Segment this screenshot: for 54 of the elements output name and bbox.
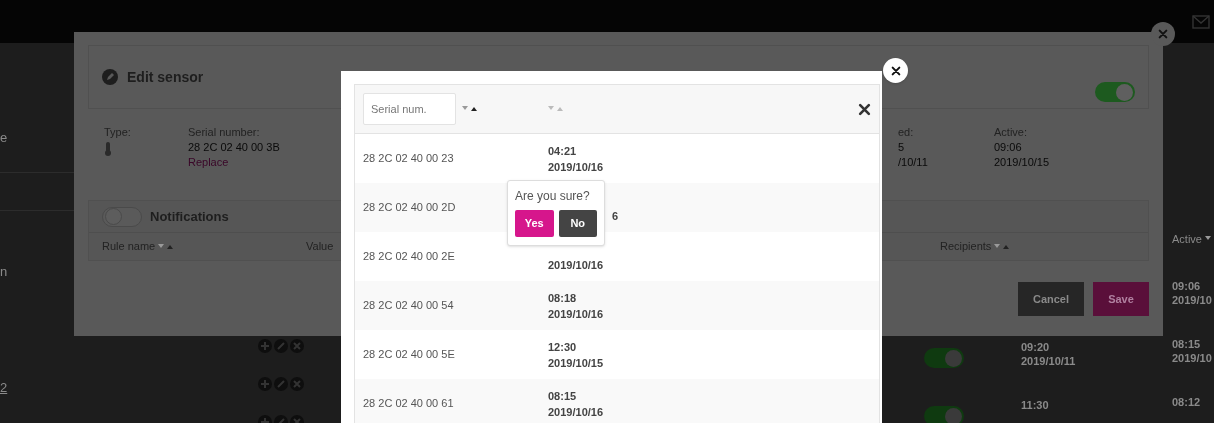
pencil-icon	[102, 69, 118, 85]
time-text: 12:30	[548, 339, 578, 355]
cancel-button[interactable]: Cancel	[1018, 282, 1084, 316]
cut-text: e	[0, 129, 8, 147]
field-value: 5	[898, 140, 905, 155]
section-title: Notifications	[150, 207, 229, 226]
serial-filter-field[interactable]: Serial num.	[363, 93, 456, 125]
date-time-text: 08:15 2019/10	[1172, 337, 1213, 366]
date-text: 2019/10/15	[548, 355, 604, 371]
toggle-switch[interactable]	[924, 406, 964, 423]
serial-text: 28 2C 02 40 00 2D	[363, 200, 457, 216]
serial-row[interactable]: 28 2C 02 40 00 61 08:15 2019/10/16	[355, 379, 879, 423]
field-value: 2019/10/15	[994, 155, 1050, 170]
dialog-title: Edit sensor	[127, 67, 204, 87]
yes-button[interactable]: Yes	[515, 210, 554, 237]
close-icon	[890, 65, 901, 76]
toggle-switch[interactable]	[1095, 82, 1135, 102]
no-button[interactable]: No	[558, 210, 597, 237]
cut-text: n	[0, 263, 8, 281]
serial-text: 28 2C 02 40 00 61	[363, 396, 455, 412]
action-icons[interactable]	[257, 376, 305, 392]
date-text: 2019/10/16	[548, 404, 604, 420]
field-value: /10/11	[898, 155, 928, 170]
date-time-text: 08:12	[1172, 395, 1202, 410]
serial-text: 28 2C 02 40 00 5E	[363, 347, 456, 363]
date-text: 2019/10/16	[548, 257, 604, 273]
date-text: 6	[612, 208, 619, 224]
time-text: 04:21	[548, 143, 578, 159]
sort-icon[interactable]	[158, 242, 175, 251]
confirm-question: Are you sure?	[515, 188, 591, 205]
column-heading: Active	[1172, 231, 1202, 247]
mail-icon[interactable]	[1192, 14, 1210, 29]
date-text: 2019/10/16	[548, 306, 604, 322]
close-icon	[1158, 29, 1168, 39]
sort-icon[interactable]	[994, 242, 1011, 251]
thermometer-icon	[104, 142, 112, 156]
date-time-text: 09:06 2019/10	[1172, 279, 1213, 308]
date-time-text: 11:30	[1021, 398, 1050, 413]
cut-text: 2	[0, 379, 8, 397]
serial-text: 28 2C 02 40 00 54	[363, 298, 455, 314]
field-value: 28 2C 02 40 00 3B	[188, 140, 280, 155]
sort-icon[interactable]	[462, 105, 478, 113]
date-text: 2019/10/16	[548, 159, 604, 175]
field-value: 09:06	[994, 140, 1022, 155]
save-button[interactable]: Save	[1093, 282, 1149, 316]
time-text: 08:15	[548, 388, 578, 404]
toggle-switch[interactable]	[924, 348, 964, 368]
serial-row[interactable]: 28 2C 02 40 00 54 08:18 2019/10/16	[355, 281, 879, 330]
date-time-text: 09:20 2019/10/11	[1021, 340, 1076, 369]
serial-text: 28 2C 02 40 00 23	[363, 151, 455, 167]
time-text: 08:18	[548, 290, 578, 306]
action-icons[interactable]	[257, 338, 305, 354]
close-icon	[858, 102, 871, 116]
serial-text: 28 2C 02 40 00 2E	[363, 249, 456, 265]
